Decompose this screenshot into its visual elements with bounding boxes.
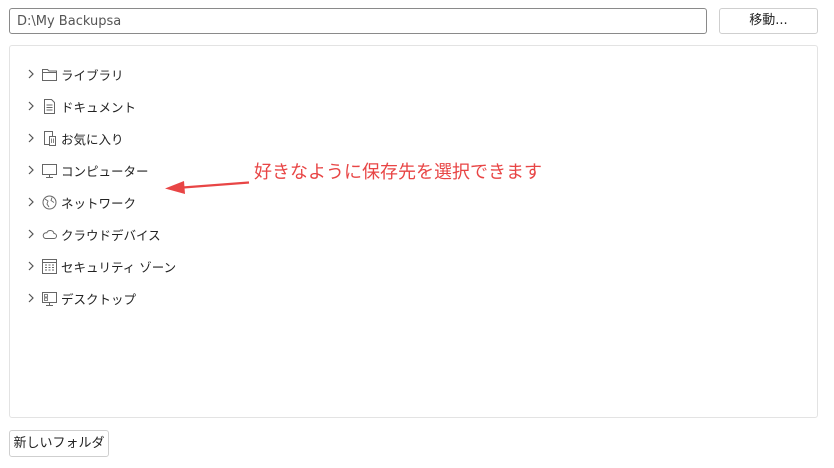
cloud-icon <box>41 226 58 243</box>
chevron-right-icon[interactable] <box>25 99 37 113</box>
tree-item-favorites[interactable]: お気に入り <box>25 127 124 149</box>
tree-item-label: コンピューター <box>61 163 149 179</box>
tree-item-label: ドキュメント <box>61 99 137 115</box>
network-globe-icon <box>41 194 58 211</box>
move-button[interactable]: 移動... <box>719 8 818 34</box>
favorites-icon <box>41 130 58 147</box>
chevron-right-icon[interactable] <box>25 67 37 81</box>
tree-item-label: クラウドデバイス <box>61 227 161 243</box>
tree-item-label: ネットワーク <box>61 195 137 211</box>
tree-item-label: セキュリティ ゾーン <box>61 259 177 275</box>
folder-tree-panel[interactable]: ライブラリ ドキュメント お気に入り コンピューター ネットワーク クラウドデバ… <box>9 45 818 418</box>
security-zone-icon <box>41 258 58 275</box>
chevron-right-icon[interactable] <box>25 259 37 273</box>
path-input[interactable] <box>9 8 707 34</box>
tree-item-security-zone[interactable]: セキュリティ ゾーン <box>25 255 176 277</box>
computer-icon <box>41 162 58 179</box>
tree-item-library[interactable]: ライブラリ <box>25 63 124 85</box>
chevron-right-icon[interactable] <box>25 131 37 145</box>
new-folder-button[interactable]: 新しいフォルダ <box>9 430 109 457</box>
tree-item-label: ライブラリ <box>61 67 124 83</box>
tree-item-network[interactable]: ネットワーク <box>25 191 136 213</box>
annotation-text: 好きなように保存先を選択できます <box>254 162 542 183</box>
chevron-right-icon[interactable] <box>25 227 37 241</box>
folder-icon <box>41 66 58 83</box>
tree-item-label: お気に入り <box>61 131 124 147</box>
tree-item-computer[interactable]: コンピューター <box>25 159 149 181</box>
desktop-icon <box>41 290 58 307</box>
chevron-right-icon[interactable] <box>25 195 37 209</box>
tree-item-documents[interactable]: ドキュメント <box>25 95 136 117</box>
tree-item-cloud-devices[interactable]: クラウドデバイス <box>25 223 161 245</box>
annotation-arrow <box>165 181 250 194</box>
document-icon <box>41 98 58 115</box>
chevron-right-icon[interactable] <box>25 291 37 305</box>
chevron-right-icon[interactable] <box>25 163 37 177</box>
tree-item-label: デスクトップ <box>61 291 137 307</box>
tree-item-desktop[interactable]: デスクトップ <box>25 287 136 309</box>
